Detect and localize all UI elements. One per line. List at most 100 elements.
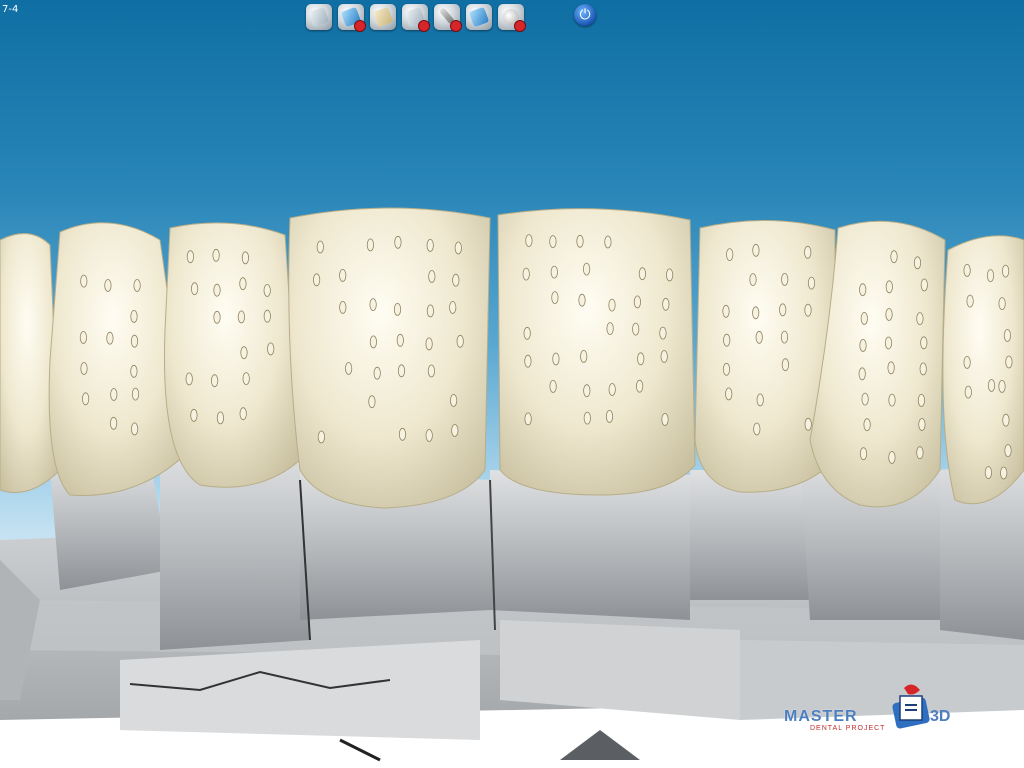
crown-3 xyxy=(163,222,301,488)
retention-pin xyxy=(665,268,674,282)
retention-pin xyxy=(339,300,347,314)
retention-pin xyxy=(551,291,559,305)
retention-pin xyxy=(780,330,789,344)
tool-delete-button[interactable] xyxy=(434,4,462,32)
layer-tool-icon xyxy=(468,6,490,28)
retention-pin xyxy=(804,303,812,317)
retention-pin xyxy=(608,298,616,312)
tooth-delete-button[interactable] xyxy=(402,4,430,32)
retention-pin xyxy=(239,407,247,421)
retention-pin xyxy=(312,273,321,287)
layer-tool-button[interactable] xyxy=(466,4,492,30)
retention-pin xyxy=(963,355,971,369)
retention-pin xyxy=(606,322,614,336)
retention-pin xyxy=(888,451,896,464)
power-button[interactable]: ⏻ xyxy=(574,4,596,26)
retention-pin xyxy=(369,335,377,349)
retention-pin xyxy=(781,358,790,372)
3d-viewport[interactable]: 7-4 ⏻ MASTER 3D DENTAL PROJECT xyxy=(0,0,1024,768)
master3d-logo: MASTER 3D DENTAL PROJECT xyxy=(784,678,994,740)
retention-pin xyxy=(722,362,731,376)
retention-pin xyxy=(582,262,591,276)
model-import-icon xyxy=(308,6,330,28)
crown-export-button[interactable] xyxy=(370,4,396,30)
retention-pin xyxy=(216,411,224,425)
retention-pin xyxy=(987,379,996,392)
retention-pin xyxy=(79,331,88,344)
retention-pin xyxy=(550,265,558,279)
retention-pin xyxy=(917,393,926,407)
retention-pin xyxy=(1002,413,1010,427)
retention-pin xyxy=(524,412,532,426)
retention-pin xyxy=(722,304,730,318)
scan-delete-button[interactable] xyxy=(338,4,366,32)
model-import-button[interactable] xyxy=(306,4,332,30)
retention-pin xyxy=(576,234,584,248)
retention-pin xyxy=(964,385,972,399)
retention-pin xyxy=(661,413,669,426)
logo-brand-right: 3D xyxy=(930,708,951,725)
retention-pin xyxy=(753,422,761,436)
crown-row[interactable] xyxy=(0,207,1024,509)
retention-pin xyxy=(130,309,138,323)
retention-pin xyxy=(637,352,645,366)
retention-pin xyxy=(726,248,734,262)
retention-pin xyxy=(396,333,404,347)
retention-pin xyxy=(604,235,612,249)
retention-pin xyxy=(583,411,591,425)
retention-pin xyxy=(986,269,995,283)
retention-pin xyxy=(80,362,88,375)
retention-pin xyxy=(104,279,112,292)
retention-pin xyxy=(454,241,462,255)
retention-pin xyxy=(549,379,557,393)
retention-pin xyxy=(966,294,974,308)
retention-pin xyxy=(919,362,927,376)
head-delete-button[interactable] xyxy=(498,4,526,32)
retention-pin xyxy=(984,466,993,480)
retention-pin xyxy=(888,393,896,407)
retention-pin xyxy=(998,297,1006,311)
red-marker-icon xyxy=(514,20,526,32)
retention-pin xyxy=(638,267,647,281)
retention-pin xyxy=(723,333,731,347)
retention-pin xyxy=(858,367,866,381)
retention-pin xyxy=(393,302,402,316)
logo-tagline: DENTAL PROJECT xyxy=(810,725,886,732)
retention-pin xyxy=(449,301,457,314)
retention-pin xyxy=(918,418,926,431)
retention-pin xyxy=(885,280,893,294)
retention-pin xyxy=(859,338,867,352)
retention-pin xyxy=(373,366,381,380)
retention-pin xyxy=(211,374,219,388)
retention-pin xyxy=(130,334,139,348)
retention-pin xyxy=(213,310,221,324)
retention-pin xyxy=(580,349,588,363)
retention-pin xyxy=(662,297,670,311)
retention-pin xyxy=(633,295,642,309)
retention-pin xyxy=(781,272,789,286)
retention-pin xyxy=(635,379,644,393)
retention-pin xyxy=(804,245,812,259)
retention-pin xyxy=(106,331,114,345)
retention-pin xyxy=(884,336,893,350)
retention-pin xyxy=(525,234,533,248)
retention-pin xyxy=(344,362,353,375)
retention-pin xyxy=(861,392,869,406)
retention-pin xyxy=(863,418,871,432)
retention-pin xyxy=(859,447,868,461)
retention-pin xyxy=(1000,466,1008,480)
retention-pin xyxy=(426,304,434,318)
retention-pin xyxy=(368,395,376,409)
retention-pin xyxy=(397,364,406,378)
retention-pin xyxy=(549,235,557,249)
retention-pin xyxy=(131,387,140,401)
logo-brand-left: MASTER xyxy=(784,708,858,725)
retention-pin xyxy=(920,336,928,350)
retention-pin xyxy=(552,352,560,366)
dental-model-scene[interactable] xyxy=(0,0,1024,768)
retention-pin xyxy=(998,379,1006,393)
retention-pin xyxy=(242,372,250,386)
retention-pin xyxy=(398,427,407,441)
retention-pin xyxy=(425,337,433,351)
retention-pin xyxy=(110,388,118,401)
